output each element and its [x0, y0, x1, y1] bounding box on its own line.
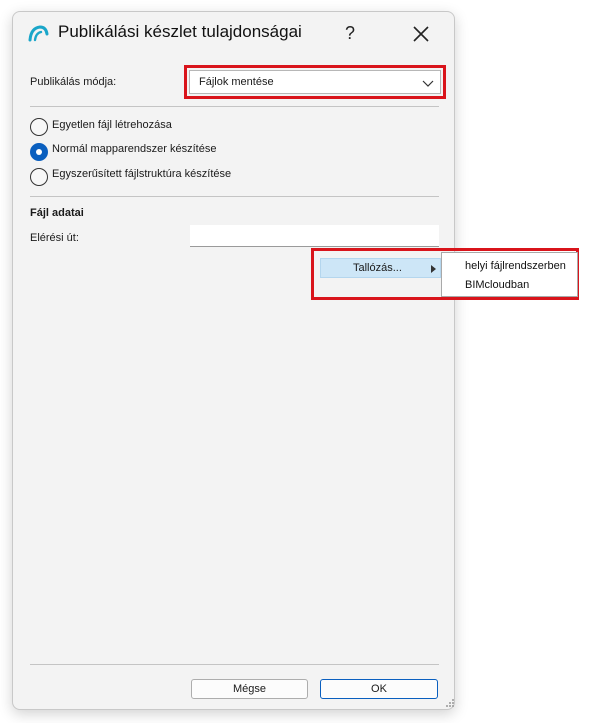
publish-mode-label: Publikálás módja:: [30, 76, 117, 88]
radio-simplified-structure[interactable]: [30, 168, 48, 186]
radio-simplified-structure-label: Egyszerűsített fájlstruktúra készítése: [52, 168, 232, 180]
help-button[interactable]: ?: [338, 20, 362, 46]
close-icon[interactable]: [409, 22, 433, 46]
radio-normal-folders-label: Normál mapparendszer készítése: [52, 143, 217, 155]
radio-single-file-label: Egyetlen fájl létrehozása: [52, 119, 172, 131]
browse-menu-item[interactable]: Tallózás...: [320, 258, 441, 278]
submenu-item-bimcloud[interactable]: BIMcloudban: [465, 279, 529, 291]
properties-dialog: Publikálási készlet tulajdonságai ? Publ…: [12, 11, 579, 710]
ok-button[interactable]: OK: [320, 679, 438, 699]
chevron-down-icon: [422, 80, 434, 87]
submenu-arrow-icon: [431, 265, 436, 273]
cancel-button[interactable]: Mégse: [191, 679, 308, 699]
divider: [30, 106, 439, 107]
submenu-item-local[interactable]: helyi fájlrendszerben: [465, 260, 566, 272]
resize-grip-icon[interactable]: [445, 698, 455, 708]
path-input[interactable]: [190, 225, 439, 247]
radio-normal-folders[interactable]: [30, 143, 48, 161]
browse-label: Tallózás...: [353, 262, 402, 274]
path-label: Elérési út:: [30, 232, 79, 244]
dialog-title: Publikálási készlet tulajdonságai: [58, 22, 302, 41]
publish-mode-dropdown[interactable]: Fájlok mentése: [189, 70, 441, 94]
radio-single-file[interactable]: [30, 118, 48, 136]
publish-mode-value: Fájlok mentése: [199, 76, 274, 88]
divider: [30, 196, 439, 197]
divider: [30, 664, 439, 665]
archicad-logo-icon: [28, 25, 49, 42]
file-data-heading: Fájl adatai: [30, 207, 84, 219]
title-bar: Publikálási készlet tulajdonságai ?: [13, 12, 454, 56]
browse-submenu: helyi fájlrendszerben BIMcloudban: [441, 252, 578, 297]
